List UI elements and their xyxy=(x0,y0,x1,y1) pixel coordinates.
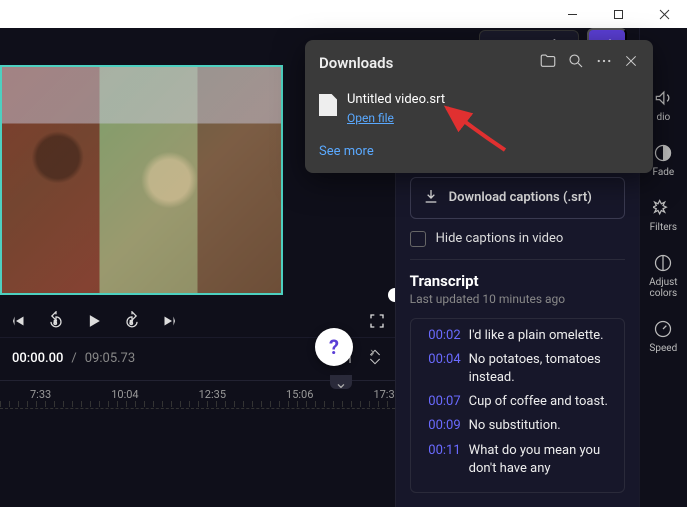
fullscreen-icon[interactable] xyxy=(369,313,385,329)
svg-text:5: 5 xyxy=(54,320,58,326)
duration-sep: / xyxy=(71,351,76,366)
ruler-tick: 7:33 xyxy=(30,388,51,401)
forward-5-icon[interactable]: 5 xyxy=(122,311,142,331)
folder-icon[interactable] xyxy=(539,52,557,74)
ruler-tick: 15:06 xyxy=(286,388,313,401)
sidebar-item-filters[interactable]: Filters xyxy=(650,198,678,233)
transcript-line: 00:07Cup of coffee and toast. xyxy=(421,393,614,411)
transcript-line: 00:02I'd like a plain omelette. xyxy=(421,327,614,345)
transcript-line: 00:04No potatoes, tomatoes instead. xyxy=(421,351,614,387)
play-icon[interactable] xyxy=(84,311,104,331)
video-preview[interactable] xyxy=(0,65,283,295)
rewind-5-icon[interactable]: 5 xyxy=(46,311,66,331)
see-more-link[interactable]: See more xyxy=(319,144,374,159)
ruler-tick: 12:35 xyxy=(199,388,226,401)
sidebar-item-adjust-colors[interactable]: Adjust colors xyxy=(640,253,687,299)
divider xyxy=(410,259,625,260)
sidebar-item-audio[interactable]: dio xyxy=(653,88,673,123)
duration: 09:05.73 xyxy=(85,351,135,366)
expand-down-icon[interactable]: ⌄ xyxy=(330,375,352,389)
downloads-title: Downloads xyxy=(319,54,529,72)
current-time: 00:00.00 xyxy=(12,351,63,366)
transcript-title: Transcript xyxy=(410,272,625,290)
transcript-line: 00:09No substitution. xyxy=(421,417,614,435)
svg-text:5: 5 xyxy=(130,320,134,326)
skip-forward-icon[interactable] xyxy=(160,312,178,330)
download-captions-label: Download captions (.srt) xyxy=(449,190,592,206)
window-close[interactable] xyxy=(641,0,687,28)
window-maximize[interactable] xyxy=(595,0,641,28)
file-icon xyxy=(319,94,337,116)
help-button[interactable]: ? xyxy=(315,328,353,366)
sidebar-item-fade[interactable]: Fade xyxy=(652,143,674,178)
download-item[interactable]: Untitled video.srt Open file xyxy=(305,86,653,130)
transcript-subtitle: Last updated 10 minutes ago xyxy=(410,292,625,306)
help-icon: ? xyxy=(329,335,339,359)
transcript-list[interactable]: 00:02I'd like a plain omelette. 00:04No … xyxy=(410,318,625,493)
chevron-right-icon[interactable]: › xyxy=(370,342,375,361)
ruler-tick: 17:3 xyxy=(373,388,394,401)
search-icon[interactable] xyxy=(567,52,585,74)
transcript-line: 00:11What do you mean you don't have any xyxy=(421,442,614,478)
ruler-tick: 10:04 xyxy=(111,388,138,401)
timeline-track[interactable] xyxy=(0,408,395,438)
downloads-popup: Downloads Untitled video.srt Open file S… xyxy=(305,40,653,173)
download-icon xyxy=(423,188,439,208)
sidebar-item-speed[interactable]: Speed xyxy=(649,319,677,354)
skip-back-icon[interactable] xyxy=(10,312,28,330)
open-file-link[interactable]: Open file xyxy=(347,111,394,125)
hide-captions-label: Hide captions in video xyxy=(436,231,564,246)
close-icon[interactable] xyxy=(623,53,639,73)
window-minimize[interactable] xyxy=(549,0,595,28)
download-captions-button[interactable]: Download captions (.srt) xyxy=(410,177,625,219)
more-icon[interactable] xyxy=(595,52,613,74)
download-filename: Untitled video.srt xyxy=(347,92,445,107)
hide-captions-checkbox[interactable] xyxy=(410,231,426,247)
